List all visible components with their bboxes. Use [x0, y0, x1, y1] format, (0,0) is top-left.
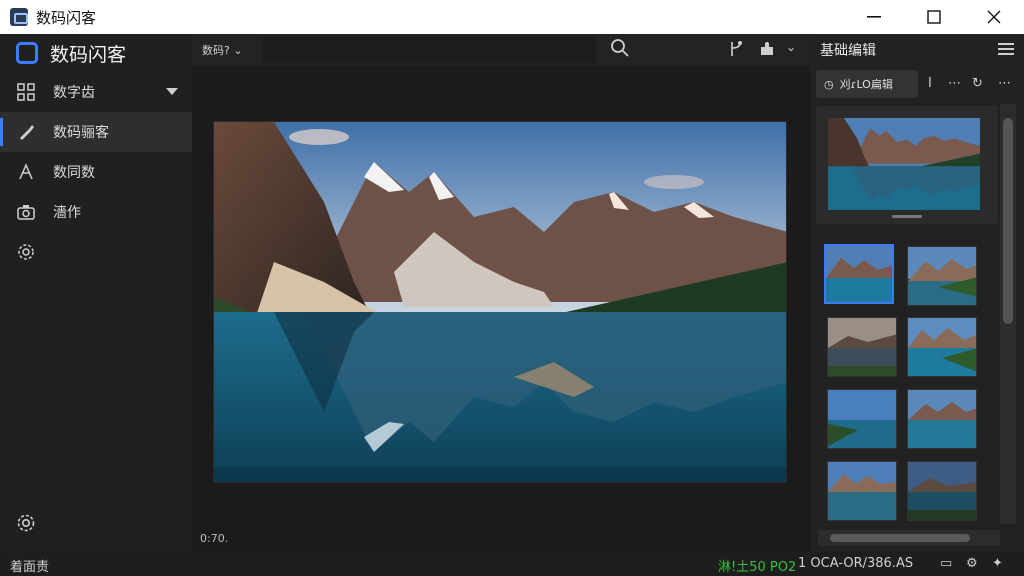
thumbnail-item[interactable] [824, 244, 894, 304]
settings-gear-icon[interactable] [16, 513, 36, 538]
sidebar-item-capture[interactable]: 濇作 [0, 192, 192, 232]
zoom-level: 0:70. [200, 532, 229, 545]
preview-panel [816, 106, 998, 224]
type-icon [16, 162, 36, 182]
chevron-down-icon[interactable] [166, 88, 178, 95]
sidebar-item-label: 濇作 [53, 205, 81, 221]
horizontal-scrollbar[interactable] [818, 530, 1000, 546]
minimize-button[interactable] [844, 0, 904, 34]
title-bar: 数码闪客 [0, 0, 1024, 34]
more-icon[interactable]: ⋯ [948, 76, 961, 91]
sidebar-item-text[interactable]: 数同数 [0, 152, 192, 192]
dropdown-label: 数码? [202, 44, 230, 57]
brush-icon [16, 122, 36, 142]
thumbnail-item[interactable] [907, 389, 977, 449]
ai-edit-label: 刈ɾLO扁辑 [839, 78, 893, 91]
brand-logo-icon [16, 42, 38, 64]
scrollbar-thumb[interactable] [830, 534, 970, 542]
main-photo[interactable] [213, 121, 787, 483]
thumbnail-item[interactable] [827, 389, 897, 449]
layout-icon[interactable]: ▭ [940, 556, 952, 571]
minimize-icon [867, 16, 881, 18]
image-canvas[interactable]: 0:70. [192, 66, 810, 552]
status-bar: 着面责 淋!土50 PO2 1 OCA-OR/386.AS ▭ ⚙ ✦ [0, 552, 1024, 576]
close-icon [987, 10, 1001, 24]
close-button[interactable] [964, 0, 1024, 34]
chevron-down-icon[interactable]: ⌄ [786, 40, 796, 54]
menu-icon[interactable] [998, 43, 1014, 55]
text-cursor-icon[interactable]: I [928, 76, 932, 91]
thumbnail-item[interactable] [827, 317, 897, 377]
thumbnail-item[interactable] [907, 246, 977, 306]
thumbnail-item[interactable] [907, 461, 977, 521]
right-panel-header: 基础编辑 [810, 34, 1024, 66]
vertical-scrollbar[interactable] [1000, 104, 1016, 524]
refresh-icon[interactable]: ↻ [972, 76, 983, 91]
more-options-icon[interactable]: ⋯ [998, 76, 1011, 91]
status-left-text: 着面责 [10, 560, 50, 575]
thumbnail-item[interactable] [827, 461, 897, 521]
sidebar-item-label: 数码骊客 [53, 125, 109, 141]
window-title: 数码闪客 [36, 8, 97, 27]
search-input[interactable] [262, 37, 596, 63]
chevron-down-icon: ⌄ [233, 44, 243, 57]
sidebar-item-settings[interactable] [0, 232, 192, 272]
status-right-text: 1 OCA-OR/386.AS [798, 556, 914, 571]
puzzle-icon[interactable] [758, 40, 776, 62]
brand: 数码闪客 [0, 34, 192, 72]
brand-name: 数码闪客 [50, 43, 127, 66]
scrollbar-thumb[interactable] [1003, 118, 1013, 324]
ai-edit-button[interactable]: ◷ 刈ɾLO扁辑 [816, 70, 918, 98]
preview-image[interactable] [828, 118, 980, 210]
right-panel-tools: ◷ 刈ɾLO扁辑 I ⋯ ↻ ⋯ [810, 68, 1024, 102]
sidebar-item-label: 数同数 [53, 165, 95, 181]
sidebar-item-editor[interactable]: 数码骊客 [0, 112, 192, 152]
wand-icon[interactable]: ✦ [992, 556, 1003, 571]
gear-icon [16, 242, 36, 262]
timer-icon: ◷ [824, 77, 834, 91]
thumbnail-item[interactable] [907, 317, 977, 377]
branch-icon[interactable] [728, 40, 744, 62]
top-toolbar: 数码? ⌄ ⌄ [192, 34, 810, 66]
left-sidebar: 数码闪客 数字齿 数码骊客 数同数 濇作 [0, 34, 192, 552]
search-icon[interactable] [610, 38, 630, 58]
camera-icon [16, 202, 36, 222]
status-green-text: 淋!土50 PO2 [718, 560, 797, 575]
app-icon [10, 8, 28, 26]
mode-dropdown[interactable]: 数码? ⌄ [202, 42, 243, 58]
sidebar-item-label: 数字齿 [53, 85, 95, 101]
maximize-button[interactable] [904, 0, 964, 34]
sidebar-item-digital[interactable]: 数字齿 [0, 72, 192, 112]
grid-icon [16, 82, 36, 102]
maximize-icon [927, 10, 941, 24]
right-panel: 基础编辑 ◷ 刈ɾLO扁辑 I ⋯ ↻ ⋯ [810, 34, 1024, 552]
right-panel-title: 基础编辑 [820, 43, 876, 59]
resize-handle[interactable] [892, 215, 922, 218]
gear-icon[interactable]: ⚙ [966, 556, 978, 571]
main-area: 数码? ⌄ ⌄ 0:70. [192, 34, 810, 552]
